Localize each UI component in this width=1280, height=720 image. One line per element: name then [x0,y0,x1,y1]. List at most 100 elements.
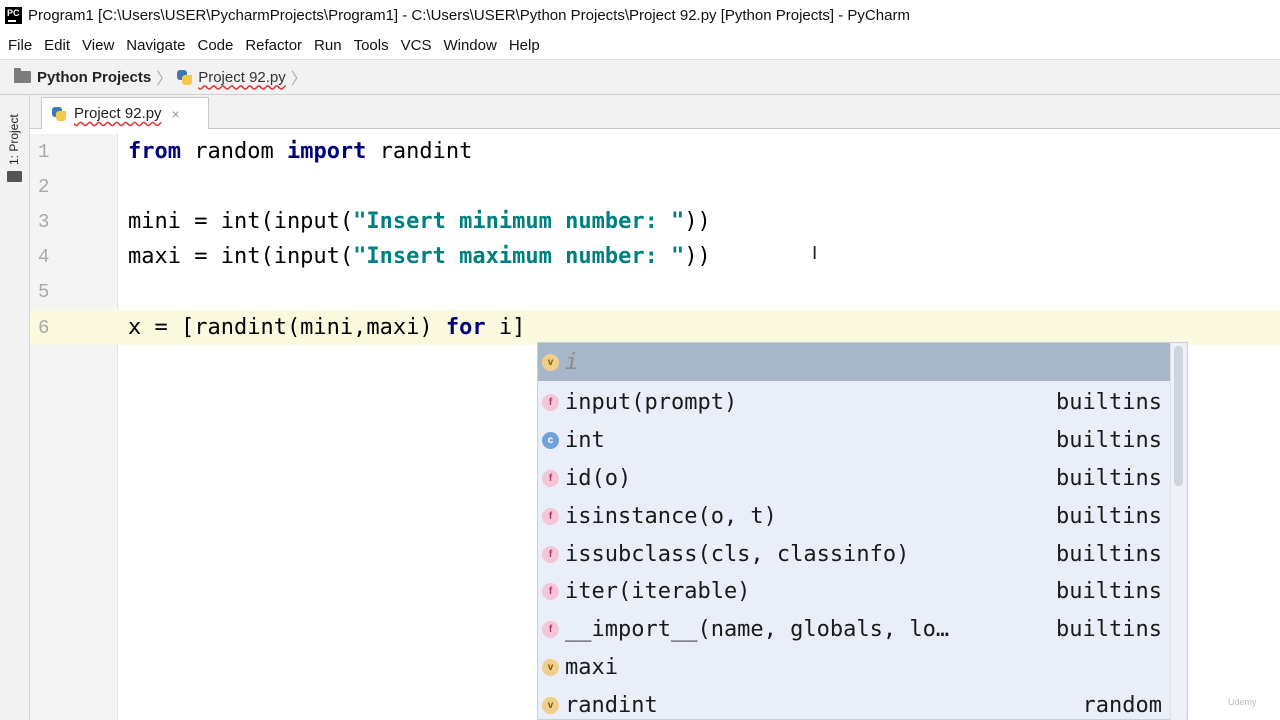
chevron-right-icon: 〉 [156,71,173,88]
menu-help[interactable]: Help [503,37,546,54]
keyword: from [128,139,181,164]
current-code-line[interactable]: 6 x = [randint(mini,maxi) for i] [30,310,1280,345]
function-icon: f [542,620,559,638]
keyword: import [286,139,367,164]
menu-view[interactable]: View [76,37,120,54]
menu-run[interactable]: Run [308,37,348,54]
window-title: Program1 [C:\Users\USER\PycharmProjects\… [28,7,910,24]
menu-tools[interactable]: Tools [348,37,395,54]
tab-label: Project 92.py [74,105,162,122]
code-text: from random import randint [128,139,472,164]
close-icon[interactable]: × [172,106,180,122]
completion-name: i [565,349,579,375]
editor-tab-bar: Project 92.py × [30,95,1280,129]
variable-icon: v [542,658,559,676]
popup-scrollbar[interactable] [1170,344,1186,720]
code-text: x = [randint(mini,maxi) for i] [128,315,525,340]
tab-project-92[interactable]: Project 92.py × [41,97,209,129]
menu-refactor[interactable]: Refactor [239,37,308,54]
menu-bar: File Edit View Navigate Code Refactor Ru… [0,31,1280,59]
completion-item[interactable]: v i [538,343,1170,381]
breadcrumb-project[interactable]: Python Projects [37,69,151,86]
function-icon: f [542,393,559,411]
python-file-icon [52,106,66,121]
completion-item[interactable]: f iter(iterable) builtins [538,572,1170,610]
completion-item[interactable]: f input(prompt) builtins [538,383,1170,421]
completion-item[interactable]: v randint random [538,686,1170,720]
menu-navigate[interactable]: Navigate [120,37,191,54]
code-token: mini = int(input( [128,209,354,234]
completion-name: issubclass(cls, classinfo) [565,541,910,567]
completion-source: builtins [1056,389,1162,415]
code-line[interactable]: 2 [0,169,1250,204]
code-token: x = [randint(mini,maxi) [128,315,446,340]
keyword: for [445,315,486,340]
completion-name: maxi [565,654,618,680]
completion-item[interactable]: f issubclass(cls, classinfo) builtins [538,535,1170,573]
code-token: )) [684,209,711,234]
scrollbar-thumb[interactable] [1174,346,1183,486]
completion-name: __import__(name, globals, lo… [565,616,950,642]
menu-code[interactable]: Code [191,37,239,54]
completion-item[interactable]: v maxi [538,648,1170,686]
string-literal: "Insert maximum number: " [353,244,685,269]
code-line[interactable]: 1 from random import randint [0,134,1250,169]
code-line[interactable]: 5 [0,274,1250,309]
line-number: 4 [38,245,50,268]
completion-name: randint [565,692,658,718]
completion-source: builtins [1056,427,1162,453]
code-token: )) [684,244,711,269]
completion-name: id(o) [565,465,632,491]
autocomplete-popup[interactable]: v i f input(prompt) builtins c int built… [537,342,1188,720]
udemy-watermark: Udemy [1228,697,1257,707]
code-line[interactable]: 4 maxi = int(input("Insert maximum numbe… [0,239,1250,274]
line-number: 2 [38,175,50,198]
pycharm-logo-icon: PC [5,7,22,24]
menu-vcs[interactable]: VCS [395,37,438,54]
line-number: 5 [38,280,50,303]
completion-source: builtins [1056,616,1162,642]
completion-source: builtins [1056,578,1162,604]
completion-item[interactable]: f __import__(name, globals, lo… builtins [538,610,1170,648]
line-number: 1 [38,140,50,163]
completion-source: random [1082,692,1162,718]
line-number: 3 [38,210,50,233]
completion-item[interactable]: c int builtins [538,421,1170,459]
completion-name: input(prompt) [565,389,738,415]
breadcrumb: Python Projects 〉 Project 92.py 〉 [0,59,1280,95]
completion-source: builtins [1056,541,1162,567]
completion-source: builtins [1056,465,1162,491]
text-cursor-icon: Ι [812,243,818,264]
code-line[interactable]: 3 mini = int(input("Insert minimum numbe… [0,204,1250,239]
variable-icon: v [542,696,559,714]
menu-edit[interactable]: Edit [38,37,76,54]
chevron-right-icon: 〉 [290,71,307,88]
code-token: maxi = int(input( [128,244,354,269]
menu-file[interactable]: File [2,37,38,54]
function-icon: f [542,582,559,600]
completion-item[interactable]: f isinstance(o, t) builtins [538,497,1170,535]
function-icon: f [542,469,559,487]
code-token: randint [366,139,473,164]
menu-window[interactable]: Window [437,37,502,54]
breadcrumb-file[interactable]: Project 92.py [198,69,286,86]
code-token: i] [485,315,526,340]
code-text: maxi = int(input("Insert maximum number:… [128,244,711,269]
function-icon: f [542,507,559,525]
class-icon: c [542,431,559,449]
completion-source: builtins [1056,503,1162,529]
line-number: 6 [38,316,50,339]
completion-name: int [565,427,605,453]
code-text: mini = int(input("Insert minimum number:… [128,209,711,234]
code-token: random [180,139,287,164]
completion-name: iter(iterable) [565,578,751,604]
completion-item[interactable]: f id(o) builtins [538,459,1170,497]
folder-icon [14,68,31,83]
string-literal: "Insert minimum number: " [353,209,685,234]
variable-icon: v [542,353,559,371]
title-bar: PC Program1 [C:\Users\USER\PycharmProjec… [0,0,1280,31]
app-icon-text: PC [7,8,20,18]
python-file-icon [177,69,193,85]
function-icon: f [542,545,559,563]
completion-name: isinstance(o, t) [565,503,777,529]
